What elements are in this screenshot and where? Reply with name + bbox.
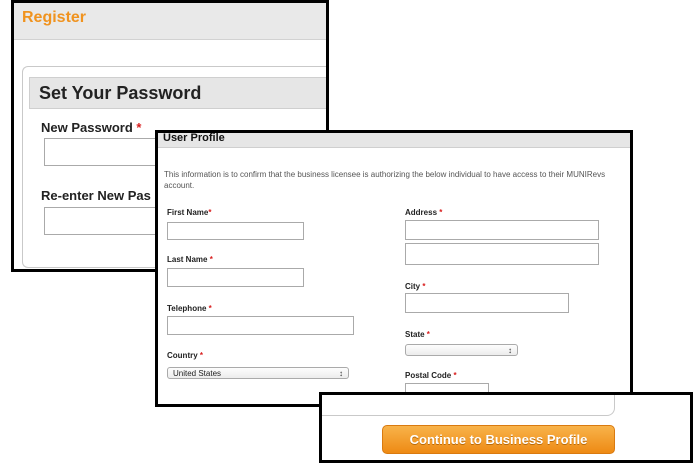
required-mark: * bbox=[136, 120, 142, 135]
register-title: Register bbox=[22, 9, 87, 26]
new-password-label: New Password * bbox=[41, 120, 141, 135]
state-label-text: State bbox=[405, 330, 425, 339]
country-select-value: United States bbox=[173, 369, 222, 378]
address-label-text: Address bbox=[405, 208, 438, 217]
telephone-label-text: Telephone bbox=[167, 304, 207, 313]
required-mark: * bbox=[422, 282, 426, 291]
postal-code-label: Postal Code * bbox=[405, 371, 457, 380]
telephone-field[interactable] bbox=[167, 316, 354, 335]
required-mark: * bbox=[199, 351, 204, 360]
user-profile-panel: User Profile This information is to conf… bbox=[155, 130, 633, 407]
continue-panel: Continue to Business Profile bbox=[319, 392, 693, 463]
first-name-label-text: First Name bbox=[167, 208, 209, 217]
required-mark: * bbox=[209, 255, 213, 264]
city-label-text: City bbox=[405, 282, 421, 291]
required-mark: * bbox=[208, 208, 212, 217]
select-arrows-icon: ↕ bbox=[339, 369, 343, 378]
user-profile-header: User Profile bbox=[158, 133, 630, 148]
city-label: City * bbox=[405, 282, 425, 291]
required-mark: * bbox=[426, 330, 430, 339]
reenter-password-label: Re-enter New Pas bbox=[41, 188, 151, 203]
address-label: Address * bbox=[405, 208, 442, 217]
country-select[interactable]: United States ↕ bbox=[167, 367, 349, 379]
first-name-label: First Name* bbox=[167, 208, 211, 217]
address-line2-field[interactable] bbox=[405, 243, 599, 265]
form-bottom-edge bbox=[322, 395, 615, 416]
register-header: Register bbox=[14, 3, 326, 40]
first-name-field[interactable] bbox=[167, 222, 304, 240]
required-mark: * bbox=[453, 371, 457, 380]
new-password-label-text: New Password bbox=[41, 120, 133, 135]
password-section-header: Set Your Password bbox=[29, 77, 326, 109]
password-section-title: Set Your Password bbox=[39, 83, 202, 103]
profile-info-text: This information is to confirm that the … bbox=[164, 170, 606, 190]
address-line1-field[interactable] bbox=[405, 220, 599, 240]
last-name-label: Last Name * bbox=[167, 255, 213, 264]
city-field[interactable] bbox=[405, 293, 569, 313]
state-label: State * bbox=[405, 330, 430, 339]
user-profile-title: User Profile bbox=[163, 132, 225, 144]
required-mark: * bbox=[439, 208, 443, 217]
postal-code-label-text: Postal Code bbox=[405, 371, 452, 380]
last-name-label-text: Last Name bbox=[167, 255, 208, 264]
telephone-label: Telephone * bbox=[167, 304, 212, 313]
continue-to-business-profile-button[interactable]: Continue to Business Profile bbox=[382, 425, 615, 454]
country-label: Country * bbox=[167, 351, 203, 360]
required-mark: * bbox=[208, 304, 212, 313]
state-select[interactable]: ↕ bbox=[405, 344, 518, 356]
country-label-text: Country bbox=[167, 351, 198, 360]
last-name-field[interactable] bbox=[167, 268, 304, 287]
select-arrows-icon: ↕ bbox=[508, 346, 512, 355]
